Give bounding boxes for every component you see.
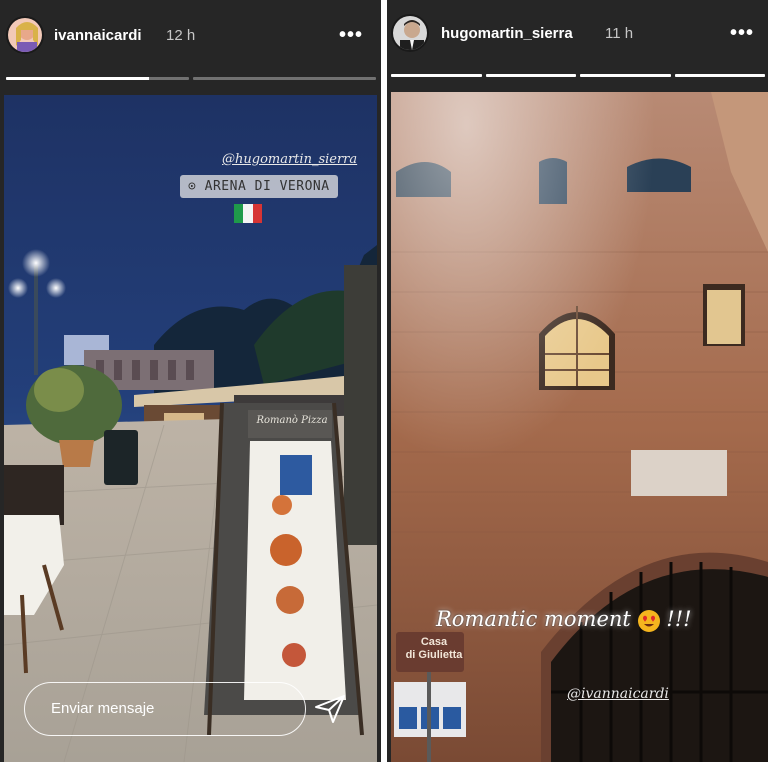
mention-sticker[interactable]: @ivannaicardi bbox=[567, 686, 669, 702]
sign-line2: di Giulietta bbox=[405, 649, 463, 661]
story-panel-right: hugomartin_sierra 11 h ••• Casa di Giuli… bbox=[387, 0, 768, 762]
reply-placeholder: Enviar mensaje bbox=[51, 700, 155, 717]
more-options-icon[interactable]: ••• bbox=[730, 22, 754, 45]
italy-flag-icon bbox=[234, 204, 262, 223]
progress-segment bbox=[6, 77, 189, 80]
reply-input[interactable]: Enviar mensaje bbox=[24, 682, 306, 736]
progress-fill bbox=[674, 74, 765, 77]
username[interactable]: hugomartin_sierra bbox=[441, 25, 573, 42]
story-header: hugomartin_sierra 11 h ••• bbox=[387, 0, 768, 92]
mention-sticker[interactable]: @hugomartin_sierra bbox=[222, 152, 357, 167]
progress-fill bbox=[6, 77, 149, 80]
location-label: ARENA DI VERONA bbox=[204, 179, 330, 194]
sign-line1: Casa bbox=[420, 636, 448, 648]
post-time: 11 h bbox=[605, 25, 634, 42]
story-media[interactable]: Casa di Giulietta Romantic moment !!! @i… bbox=[391, 92, 768, 762]
heart-eyes-emoji-icon bbox=[637, 609, 660, 632]
progress-segment bbox=[391, 74, 482, 77]
progress-segment bbox=[674, 74, 765, 77]
caption-suffix: !!! bbox=[666, 607, 692, 631]
avatar[interactable] bbox=[6, 16, 44, 54]
progress-segment bbox=[580, 74, 671, 77]
paper-plane-icon[interactable] bbox=[312, 690, 348, 726]
location-pin-icon: ⊙ bbox=[188, 179, 197, 194]
location-sticker[interactable]: ⊙ ARENA DI VERONA bbox=[180, 175, 338, 198]
progress-fill bbox=[580, 74, 671, 77]
progress-fill bbox=[391, 74, 482, 77]
progress-fill bbox=[485, 74, 576, 77]
story-panel-left: ivannaicardi 12 h ••• @hugomartin_sierra… bbox=[0, 0, 381, 762]
more-options-icon[interactable]: ••• bbox=[339, 24, 363, 47]
sign-text: Casa di Giulietta bbox=[401, 636, 467, 662]
caption-sticker[interactable]: Romantic moment !!! bbox=[436, 607, 692, 632]
sign-heading: Romanò Pizza bbox=[256, 415, 328, 426]
post-time: 12 h bbox=[166, 27, 196, 44]
story-header: ivannaicardi 12 h ••• bbox=[0, 0, 381, 92]
story-media[interactable]: @hugomartin_sierra ⊙ ARENA DI VERONA Rom… bbox=[4, 95, 377, 762]
progress-segment bbox=[485, 74, 576, 77]
story-progress bbox=[391, 74, 765, 77]
username[interactable]: ivannaicardi bbox=[54, 27, 142, 44]
story-progress bbox=[6, 77, 376, 80]
caption-text: Romantic moment bbox=[436, 607, 631, 631]
avatar[interactable] bbox=[391, 14, 429, 52]
progress-segment bbox=[193, 77, 376, 80]
